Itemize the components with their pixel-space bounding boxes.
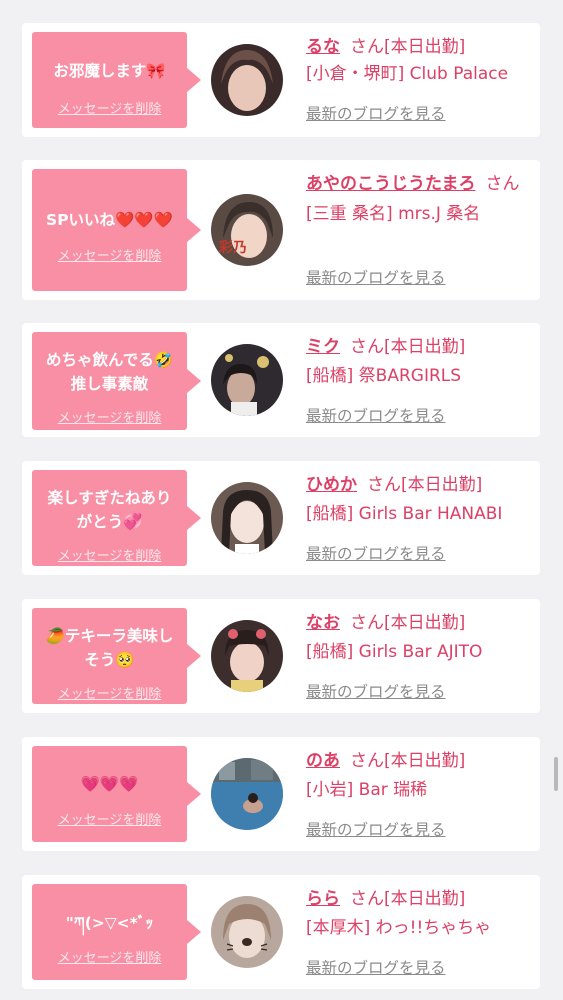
san-label: さん	[485, 174, 520, 194]
message-bubble: 楽しすぎたねあり がとう💞 メッセージを削除	[32, 470, 201, 566]
delete-message-link[interactable]: メッセージを削除	[32, 545, 187, 564]
avatar[interactable]	[211, 344, 283, 416]
avatar[interactable]: 彩乃	[211, 194, 283, 266]
san-label: さん	[350, 613, 384, 633]
avatar[interactable]	[211, 758, 283, 830]
cast-info: なお さん[本日出勤] [船橋] Girls Bar AJITO	[306, 610, 534, 666]
cast-name-link[interactable]: ひめか	[306, 475, 357, 495]
message-text: 楽しすぎたねあり がとう💞	[47, 489, 172, 531]
latest-blog-link[interactable]: 最新のブログを見る	[306, 957, 446, 979]
delete-message-link[interactable]: メッセージを削除	[32, 245, 187, 264]
latest-blog-link[interactable]: 最新のブログを見る	[306, 681, 446, 703]
avatar[interactable]	[211, 44, 283, 116]
cast-info: らら さん[本日出勤] [本厚木] わっ!!ちゃちゃ	[306, 886, 534, 942]
message-bubble: 💗💗💗 メッセージを削除	[32, 746, 201, 842]
latest-blog-link[interactable]: 最新のブログを見る	[306, 543, 446, 565]
message-card: 楽しすぎたねあり がとう💞 メッセージを削除 ひめか さん[本日出勤] [船橋] …	[22, 461, 540, 575]
svg-text:彩乃: 彩乃	[218, 239, 247, 256]
san-label: さん	[350, 751, 384, 771]
avatar[interactable]	[211, 896, 283, 968]
scrollbar[interactable]	[554, 757, 558, 791]
cast-name-link[interactable]: のあ	[306, 751, 340, 771]
message-text: お邪魔します🎀	[53, 62, 166, 80]
cast-info: るな さん[本日出勤] [小倉・堺町] Club Palace	[306, 34, 534, 88]
status-badge: [本日出勤]	[384, 751, 466, 771]
message-card: "ཀ(>▽<*ﾞｯ メッセージを削除 らら さん[本日出勤] [本厚木] わっ!!…	[22, 875, 540, 989]
cast-name-link[interactable]: あやのこうじうたまろ	[306, 174, 476, 194]
shop-name: [三重 桑名] mrs.J 桑名	[306, 204, 481, 224]
shop-name: [船橋] Girls Bar AJITO	[306, 642, 483, 662]
status-badge: [本日出勤]	[384, 613, 466, 633]
san-label: さん	[350, 37, 384, 57]
avatar[interactable]	[211, 482, 283, 554]
message-bubble: "ཀ(>▽<*ﾞｯ メッセージを削除	[32, 884, 201, 980]
message-card: 💗💗💗 メッセージを削除 のあ さん[本日出勤] [小岩] Bar 瑞稀 最新のブ…	[22, 737, 540, 851]
message-text: 🥭テキーラ美味し そう🥺	[45, 627, 174, 669]
status-badge: [本日出勤]	[384, 37, 466, 57]
message-text: "ཀ(>▽<*ﾞｯ	[65, 914, 154, 932]
delete-message-link[interactable]: メッセージを削除	[32, 947, 187, 966]
cast-name-link[interactable]: なお	[306, 613, 340, 633]
message-bubble: 🥭テキーラ美味し そう🥺 メッセージを削除	[32, 608, 201, 704]
shop-name: [小倉・堺町] Club Palace	[306, 64, 509, 84]
san-label: さん	[350, 889, 384, 909]
message-bubble: お邪魔します🎀 メッセージを削除	[32, 32, 201, 128]
shop-name: [船橋] 祭BARGIRLS	[306, 366, 462, 386]
san-label: さん	[350, 337, 384, 357]
delete-message-link[interactable]: メッセージを削除	[32, 407, 187, 426]
message-bubble: めちゃ飲んでる🤣 推し事素敵 メッセージを削除	[32, 332, 201, 430]
status-badge: [本日出勤]	[401, 475, 483, 495]
cast-name-link[interactable]: らら	[306, 889, 340, 909]
cast-info: のあ さん[本日出勤] [小岩] Bar 瑞稀	[306, 748, 534, 804]
message-bubble: SPいいね❤️❤️❤️ メッセージを削除	[32, 169, 201, 291]
status-badge: [本日出勤]	[384, 337, 466, 357]
delete-message-link[interactable]: メッセージを削除	[32, 98, 187, 117]
avatar[interactable]	[211, 620, 283, 692]
shop-name: [本厚木] わっ!!ちゃちゃ	[306, 918, 492, 938]
cast-name-link[interactable]: ミク	[306, 337, 340, 357]
delete-message-link[interactable]: メッセージを削除	[32, 683, 187, 702]
san-label: さん	[367, 475, 401, 495]
message-card: めちゃ飲んでる🤣 推し事素敵 メッセージを削除 ミク さん[本日出勤] [船橋] …	[22, 323, 540, 437]
shop-name: [小岩] Bar 瑞稀	[306, 780, 428, 800]
message-card: お邪魔します🎀 メッセージを削除 るな さん[本日出勤] [小倉・堺町] Club…	[22, 23, 540, 137]
latest-blog-link[interactable]: 最新のブログを見る	[306, 405, 446, 427]
latest-blog-link[interactable]: 最新のブログを見る	[306, 819, 446, 841]
cast-info: ひめか さん[本日出勤] [船橋] Girls Bar HANABI	[306, 472, 534, 528]
status-badge: [本日出勤]	[384, 889, 466, 909]
cast-name-link[interactable]: るな	[306, 37, 340, 57]
cast-info: あやのこうじうたまろ さん [三重 桑名] mrs.J 桑名	[306, 171, 534, 228]
latest-blog-link[interactable]: 最新のブログを見る	[306, 103, 446, 125]
latest-blog-link[interactable]: 最新のブログを見る	[306, 267, 446, 289]
shop-name: [船橋] Girls Bar HANABI	[306, 504, 503, 524]
message-card: SPいいね❤️❤️❤️ メッセージを削除 彩乃 あやのこうじうたまろ さん [三重…	[22, 160, 540, 300]
message-text: めちゃ飲んでる🤣 推し事素敵	[45, 351, 174, 393]
delete-message-link[interactable]: メッセージを削除	[32, 809, 187, 828]
cast-info: ミク さん[本日出勤] [船橋] 祭BARGIRLS	[306, 334, 534, 390]
message-text: 💗💗💗	[80, 775, 139, 793]
message-card: 🥭テキーラ美味し そう🥺 メッセージを削除 なお さん[本日出勤] [船橋] Gi…	[22, 599, 540, 713]
message-text: SPいいね❤️❤️❤️	[46, 211, 173, 229]
